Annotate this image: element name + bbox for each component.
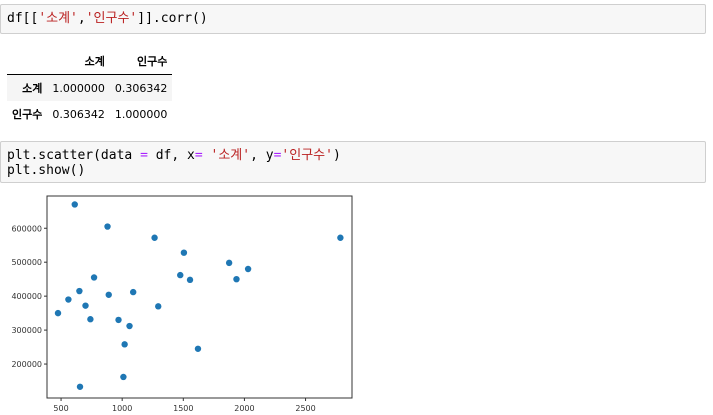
scatter-point xyxy=(65,296,72,303)
code-cell-scatter[interactable]: plt.scatter(data = df, x= '소계', y='인구수')… xyxy=(0,141,706,183)
code-token: ) xyxy=(332,148,341,163)
column-header: 인구수 xyxy=(109,47,173,75)
x-tick-label: 500 xyxy=(53,404,68,413)
scatter-point xyxy=(244,265,252,273)
x-tick-label: 1000 xyxy=(112,404,132,413)
scatter-point xyxy=(151,234,158,241)
scatter-point xyxy=(76,287,83,295)
plot-frame xyxy=(46,195,353,399)
x-tick-label: 2000 xyxy=(234,404,254,413)
code-token: '인구수' xyxy=(85,11,138,26)
scatter-point xyxy=(337,234,344,241)
table-row: 인구수 0.306342 1.000000 xyxy=(7,101,172,127)
code-token: = xyxy=(140,148,148,163)
scatter-point xyxy=(233,275,240,283)
table-cell: 1.000000 xyxy=(114,107,168,121)
x-tick-label: 1500 xyxy=(173,404,193,413)
code-line: plt.show() xyxy=(7,163,705,178)
code-editor[interactable]: df[['소계','인구수']].corr() xyxy=(1,5,705,26)
code-token: '소계' xyxy=(38,11,78,26)
code-token: , xyxy=(77,11,86,26)
table-cell: 1.000000 xyxy=(52,81,105,95)
scatter-point xyxy=(129,288,137,296)
index-header xyxy=(7,47,48,75)
scatter-point xyxy=(71,201,78,208)
code-token: ]].corr() xyxy=(137,11,208,26)
code-token: '소계' xyxy=(210,148,251,163)
scatter-point xyxy=(225,259,233,267)
scatter-point xyxy=(82,302,89,309)
column-header: 소계 xyxy=(47,47,110,75)
scatter-point xyxy=(120,373,127,381)
scatter-point xyxy=(126,322,133,330)
code-token: df, x xyxy=(147,148,195,163)
code-line: plt.scatter(data = df, x= '소계', y='인구수') xyxy=(7,148,705,163)
row-index: 소계 xyxy=(22,82,43,95)
y-axis-ticks: 200000 300000 400000 500000 600000 xyxy=(11,224,47,369)
code-line: df[['소계','인구수']].corr() xyxy=(7,11,705,26)
y-tick-label: 200000 xyxy=(11,360,42,369)
scatter-point xyxy=(104,223,111,230)
table-cell: 0.306342 xyxy=(52,107,105,121)
code-editor[interactable]: plt.scatter(data = df, x= '소계', y='인구수')… xyxy=(1,142,705,178)
scatter-point xyxy=(194,345,202,352)
code-token: '인구수' xyxy=(281,148,333,163)
scatter-point xyxy=(155,303,162,310)
scatter-point xyxy=(115,316,122,324)
x-tick-label: 2500 xyxy=(295,404,315,413)
code-token: plt.scatter(data xyxy=(7,148,141,163)
scatter-point xyxy=(87,316,94,323)
scatter-point xyxy=(121,341,128,348)
scatter-point xyxy=(180,249,188,256)
y-tick-label: 300000 xyxy=(11,326,42,335)
scatter-point xyxy=(76,383,84,390)
code-token: , y xyxy=(250,148,274,163)
table-cell: 0.306342 xyxy=(114,81,168,95)
table-header-row: 소계 인구수 xyxy=(7,47,173,75)
scatter-point xyxy=(105,291,112,298)
code-token: plt.show() xyxy=(7,163,86,178)
code-token: = xyxy=(194,148,203,163)
y-tick-label: 500000 xyxy=(11,258,42,267)
y-tick-label: 400000 xyxy=(11,292,42,301)
scatter-point xyxy=(90,274,98,281)
code-cell-corr[interactable]: df[['소계','인구수']].corr() xyxy=(0,4,706,34)
scatter-point xyxy=(177,271,184,279)
x-axis-ticks: 500 1000 1500 2000 2500 xyxy=(53,398,316,413)
scatter-point xyxy=(186,276,194,284)
row-index: 인구수 xyxy=(12,108,43,121)
table-row: 소계 1.000000 0.306342 xyxy=(7,74,173,101)
y-tick-label: 600000 xyxy=(11,224,42,233)
scatter-plot: 500 1000 1500 2000 2500 200000 300000 400000 50… xyxy=(11,195,353,413)
corr-output-table: 소계 인구수 소계 1.000000 0.306342 인구수 0.306342… xyxy=(7,47,173,127)
scatter-point xyxy=(54,309,62,317)
code-token: df[[ xyxy=(7,11,39,26)
scatter-points xyxy=(54,201,344,390)
